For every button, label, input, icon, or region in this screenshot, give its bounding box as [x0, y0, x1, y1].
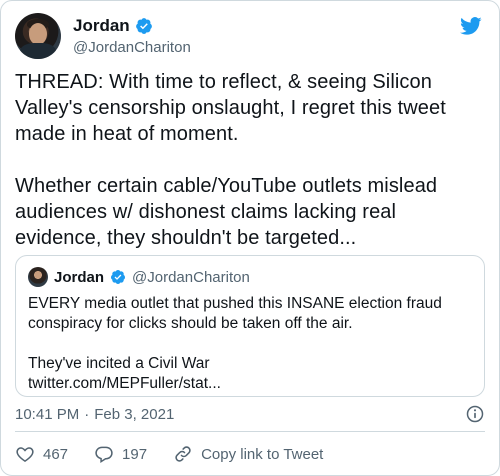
quoted-tweet[interactable]: Jordan @JordanChariton EVERY media outle…: [15, 255, 485, 397]
tweet-text: THREAD: With time to reflect, & seeing S…: [15, 69, 485, 251]
tweet-paragraph: THREAD: With time to reflect, & seeing S…: [15, 71, 446, 145]
tweet-embed-card: Jordan @JordanChariton THREAD: With time…: [0, 0, 500, 476]
reply-count: 197: [122, 445, 148, 463]
meta-separator: ·: [84, 405, 90, 423]
quoted-tweet-link[interactable]: twitter.com/MEPFuller/stat...: [28, 374, 472, 394]
author-handle[interactable]: @JordanChariton: [73, 38, 191, 58]
quoted-author-handle: @JordanChariton: [132, 268, 250, 286]
reply-button[interactable]: 197: [94, 444, 147, 464]
author-names: Jordan @JordanChariton: [73, 15, 191, 58]
quoted-author-avatar: [28, 267, 48, 287]
verified-badge-icon: [135, 17, 152, 34]
link-icon: [175, 446, 191, 462]
author-avatar[interactable]: [15, 13, 61, 59]
author-display-name: Jordan: [73, 16, 130, 35]
heart-icon: [16, 447, 34, 462]
avatar-shirt: [20, 43, 56, 59]
copy-link-label: Copy link to Tweet: [201, 445, 324, 463]
quoted-tweet-line: They've incited a Civil War: [28, 355, 210, 372]
avatar-face: [29, 23, 47, 45]
divider: [15, 431, 485, 432]
tweet-meta: 10:41 PM · Feb 3, 2021: [15, 403, 485, 425]
tweet-time[interactable]: 10:41 PM: [15, 406, 79, 423]
like-count: 467: [43, 445, 69, 463]
verified-badge-icon: [111, 270, 126, 284]
quoted-author-display-name: Jordan: [54, 268, 105, 286]
like-button[interactable]: 467: [15, 444, 68, 464]
quoted-tweet-text: EVERY media outlet that pushed this INSA…: [28, 294, 472, 394]
info-icon[interactable]: [465, 404, 485, 424]
tweet-actions: 467 197 Copy link to Tweet: [15, 441, 349, 467]
tweet-header: Jordan @JordanChariton: [15, 13, 485, 61]
twitter-bird-icon[interactable]: [459, 15, 483, 37]
quoted-tweet-header: Jordan @JordanChariton: [28, 266, 472, 288]
copy-link-button[interactable]: Copy link to Tweet: [173, 444, 323, 464]
quoted-tweet-line: EVERY media outlet that pushed this INSA…: [28, 295, 442, 332]
tweet-date[interactable]: Feb 3, 2021: [94, 406, 174, 423]
author-display-name-row[interactable]: Jordan: [73, 15, 153, 36]
tweet-paragraph: Whether certain cable/YouTube outlets mi…: [15, 175, 438, 249]
reply-icon: [95, 446, 113, 463]
